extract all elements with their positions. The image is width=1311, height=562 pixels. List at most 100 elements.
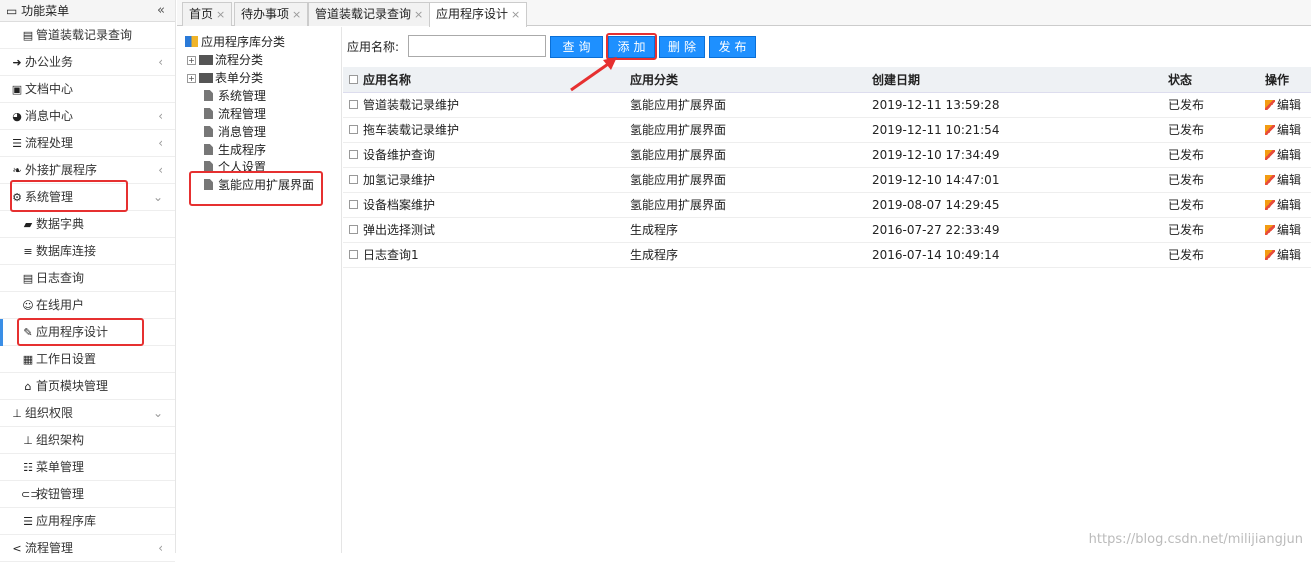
table-row[interactable]: 设备档案维护氢能应用扩展界面2019-08-07 14:29:45已发布编辑 xyxy=(343,193,1311,218)
select-all-checkbox[interactable] xyxy=(349,75,358,84)
cell-text: 管道装载记录维护 xyxy=(363,98,459,112)
cell-category: 氢能应用扩展界面 xyxy=(630,93,726,118)
cell-date: 2019-12-11 10:21:54 xyxy=(872,118,999,143)
cell-text: 已发布 xyxy=(1168,123,1204,137)
cell-text: 编辑 xyxy=(1277,123,1301,137)
sidebar-item-label: 管道装载记录查询 xyxy=(36,28,132,42)
tab-pipeline-query[interactable]: 管道装载记录查询× xyxy=(308,2,430,26)
table-row[interactable]: 加氢记录维护氢能应用扩展界面2019-12-10 14:47:01已发布编辑 xyxy=(343,168,1311,193)
doc-icon xyxy=(204,126,213,137)
collapse-icon[interactable]: « xyxy=(157,0,165,22)
sidebar-item[interactable]: ▦工作日设置 xyxy=(0,346,175,373)
row-checkbox[interactable] xyxy=(349,125,358,134)
app-name-input[interactable] xyxy=(408,35,546,57)
query-button[interactable]: 查询 xyxy=(550,36,603,58)
sidebar-item-label: 组织权限 xyxy=(25,406,73,420)
sidebar-item[interactable]: ▤日志查询 xyxy=(0,265,175,292)
data-grid: 应用名称 应用分类 创建日期 状态 操作 管道装载记录维护氢能应用扩展界面201… xyxy=(343,67,1311,268)
sidebar-item[interactable]: ▣文档中心 xyxy=(0,76,175,103)
sidebar-item[interactable]: ◕消息中心‹ xyxy=(0,103,175,130)
calendar-icon: ▦ xyxy=(21,346,35,373)
row-checkbox[interactable] xyxy=(349,250,358,259)
cell-date: 2016-07-14 10:49:14 xyxy=(872,243,999,268)
sidebar-item[interactable]: ☰应用程序库 xyxy=(0,508,175,535)
sidebar-item[interactable]: ⌂首页模块管理 xyxy=(0,373,175,400)
cell-category: 氢能应用扩展界面 xyxy=(630,193,726,218)
close-icon[interactable]: × xyxy=(511,8,520,21)
sidebar-item[interactable]: ❧外接扩展程序‹ xyxy=(0,157,175,184)
sidebar-item-label: 消息中心 xyxy=(25,109,73,123)
row-checkbox[interactable] xyxy=(349,225,358,234)
sidebar-item[interactable]: ⚙系统管理⌄ xyxy=(0,184,175,211)
row-checkbox[interactable] xyxy=(349,175,358,184)
tree-node-process-category[interactable]: +流程分类 xyxy=(187,51,263,69)
word-doc-icon: ▣ xyxy=(10,76,24,103)
table-row[interactable]: 拖车装载记录维护氢能应用扩展界面2019-12-11 10:21:54已发布编辑 xyxy=(343,118,1311,143)
sidebar-item-label: 菜单管理 xyxy=(36,460,84,474)
sidebar-item[interactable]: ⊥组织架构 xyxy=(0,427,175,454)
tree-node-system[interactable]: 系统管理 xyxy=(204,87,266,105)
tree-node-process[interactable]: 流程管理 xyxy=(204,105,266,123)
database-icon: ≡ xyxy=(21,238,35,265)
row-checkbox[interactable] xyxy=(349,100,358,109)
gear-icon: ⚙ xyxy=(10,184,24,211)
tree-node-message[interactable]: 消息管理 xyxy=(204,123,266,141)
sidebar-item-label: 按钮管理 xyxy=(36,487,84,501)
folder-icon xyxy=(199,73,213,83)
add-button[interactable]: 添加 xyxy=(608,36,655,58)
category-tree: 应用程序库分类 +流程分类 +表单分类 系统管理 流程管理 消息管理 生成程序 … xyxy=(177,27,342,553)
row-checkbox[interactable] xyxy=(349,200,358,209)
sidebar-item[interactable]: ☰流程处理‹ xyxy=(0,130,175,157)
tab-home[interactable]: 首页× xyxy=(182,2,232,26)
close-icon[interactable]: × xyxy=(216,8,225,21)
user-icon: ☺ xyxy=(21,292,35,319)
cell-action[interactable]: 编辑 xyxy=(1265,168,1301,193)
cell-text: 已发布 xyxy=(1168,223,1204,237)
cell-action[interactable]: 编辑 xyxy=(1265,118,1301,143)
wechat-icon: ◕ xyxy=(10,103,24,130)
row-checkbox[interactable] xyxy=(349,150,358,159)
delete-button[interactable]: 删除 xyxy=(659,36,705,58)
cell-action[interactable]: 编辑 xyxy=(1265,93,1301,118)
cell-action[interactable]: 编辑 xyxy=(1265,143,1301,168)
cell-action[interactable]: 编辑 xyxy=(1265,193,1301,218)
sidebar-title: 功能菜单 xyxy=(21,4,69,18)
sidebar-item-label: 流程处理 xyxy=(25,136,73,150)
book-icon: ▰ xyxy=(21,211,35,238)
table-row[interactable]: 设备维护查询氢能应用扩展界面2019-12-10 17:34:49已发布编辑 xyxy=(343,143,1311,168)
tree-node-personal[interactable]: 个人设置 xyxy=(204,158,266,176)
tree-node-form-category[interactable]: +表单分类 xyxy=(187,69,263,87)
sidebar-item[interactable]: ⊂⊃按钮管理 xyxy=(0,481,175,508)
sidebar-item[interactable]: ☺在线用户 xyxy=(0,292,175,319)
cell-text: 氢能应用扩展界面 xyxy=(630,198,726,212)
cell-action[interactable]: 编辑 xyxy=(1265,243,1301,268)
cell-action[interactable]: 编辑 xyxy=(1265,218,1301,243)
tree-root[interactable]: 应用程序库分类 xyxy=(185,33,285,51)
list-icon: ☰ xyxy=(10,130,24,157)
publish-button[interactable]: 发布 xyxy=(709,36,756,58)
chevron-left-icon: ‹ xyxy=(158,157,163,184)
watermark: https://blog.csdn.net/milijiangjun xyxy=(1089,532,1303,547)
expand-icon[interactable]: + xyxy=(187,56,196,65)
table-row[interactable]: 管道装载记录维护氢能应用扩展界面2019-12-11 13:59:28已发布编辑 xyxy=(343,93,1311,118)
expand-icon[interactable]: + xyxy=(187,74,196,83)
sidebar-item[interactable]: ▤管道装载记录查询 xyxy=(0,22,175,49)
tab-todo[interactable]: 待办事项× xyxy=(234,2,308,26)
sidebar-item[interactable]: ✎应用程序设计 xyxy=(0,319,175,346)
tab-app-design[interactable]: 应用程序设计× xyxy=(429,2,527,27)
tree-node-hydrogen[interactable]: 氢能应用扩展界面 xyxy=(204,176,314,194)
table-row[interactable]: 日志查询1生成程序2016-07-14 10:49:14已发布编辑 xyxy=(343,243,1311,268)
chevron-left-icon: ‹ xyxy=(158,49,163,76)
sidebar-item[interactable]: <流程管理‹ xyxy=(0,535,175,562)
close-icon[interactable]: × xyxy=(414,8,423,21)
sidebar-item[interactable]: ⊥组织权限⌄ xyxy=(0,400,175,427)
table-row[interactable]: 弹出选择测试生成程序2016-07-27 22:33:49已发布编辑 xyxy=(343,218,1311,243)
close-icon[interactable]: × xyxy=(292,8,301,21)
cell-text: 氢能应用扩展界面 xyxy=(630,123,726,137)
cell-name: 管道装载记录维护 xyxy=(349,93,459,118)
tree-node-generate[interactable]: 生成程序 xyxy=(204,141,266,159)
sidebar-item[interactable]: ☷菜单管理 xyxy=(0,454,175,481)
sidebar-item[interactable]: ≡数据库连接 xyxy=(0,238,175,265)
sidebar-item[interactable]: ▰数据字典 xyxy=(0,211,175,238)
sidebar-item[interactable]: ➜办公业务‹ xyxy=(0,49,175,76)
